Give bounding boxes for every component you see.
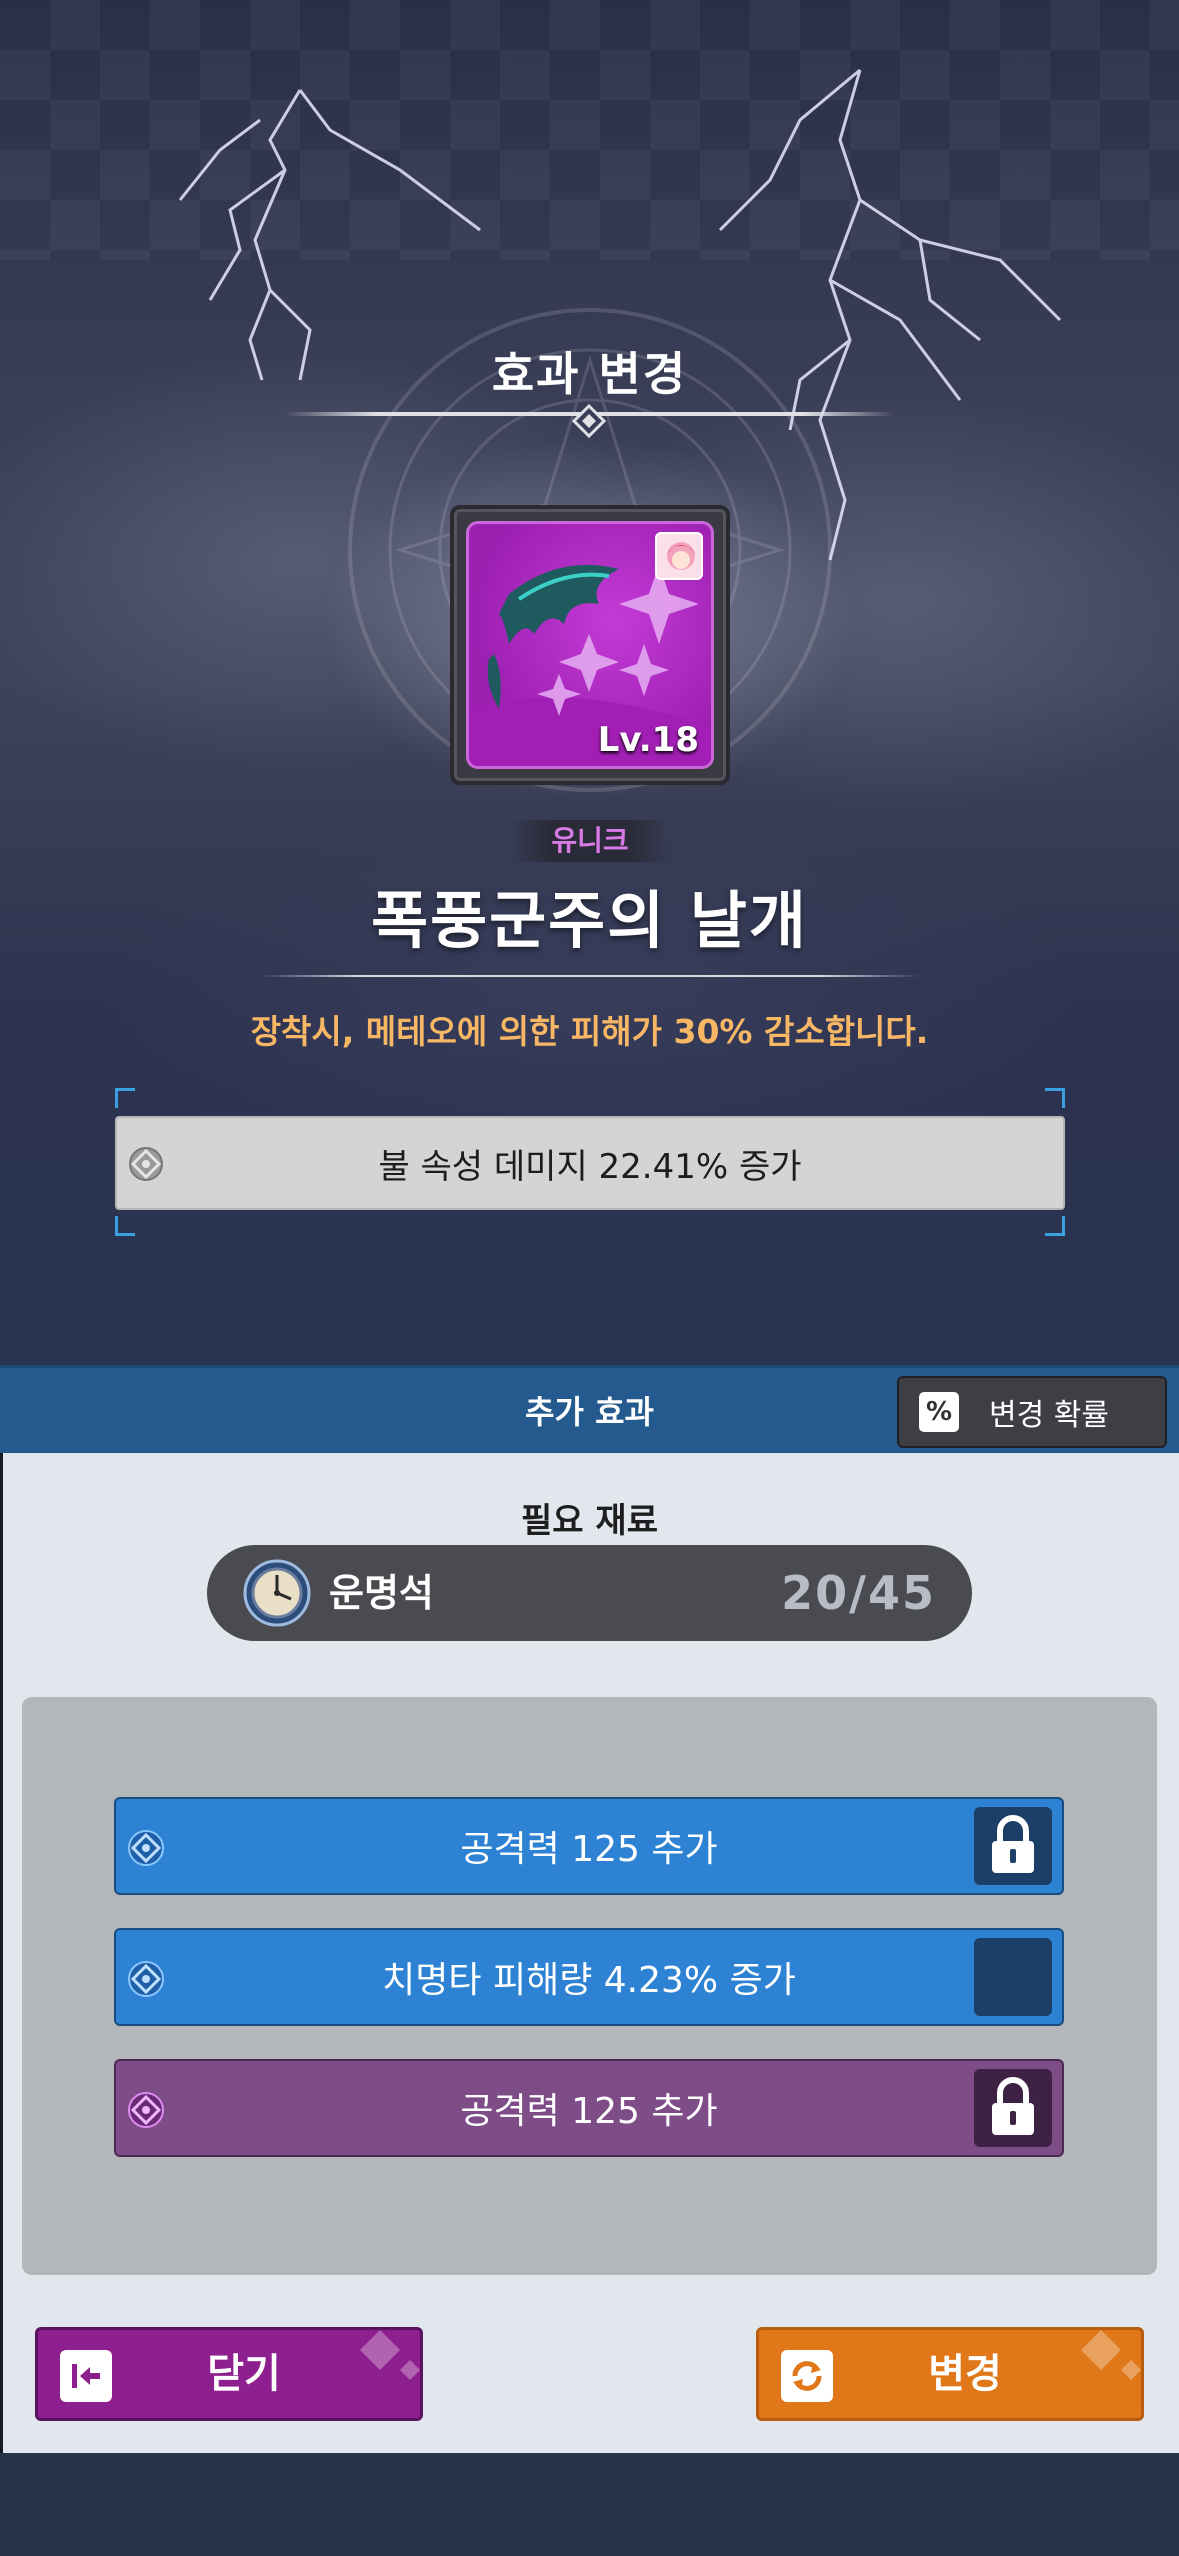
name-divider (260, 975, 920, 977)
change-button-label: 변경 (928, 2351, 1002, 2397)
item-image: Lv.18 (466, 521, 714, 769)
panel-left-edge (0, 1453, 3, 2453)
character-avatar (655, 532, 703, 580)
option-gear-icon (129, 1147, 163, 1181)
materials-label: 필요 재료 (521, 1501, 658, 1541)
corner-bracket (115, 1216, 135, 1236)
main-effect-container: 불 속성 데미지 22.41% 증가 (115, 1088, 1065, 1236)
material-bar: 운명석 20/45 (207, 1545, 972, 1641)
tab-bar: 추가 효과 % 변경 확률 (0, 1365, 1179, 1453)
material-count: 20/45 (781, 1566, 936, 1620)
footer-bar (0, 2453, 1179, 2556)
option-row-1[interactable]: 공격력 125 추가 (114, 1797, 1064, 1895)
lock-icon (992, 1815, 1034, 1873)
option-text: 공격력 125 추가 (460, 2091, 718, 2132)
close-button[interactable]: 닫기 (35, 2327, 423, 2421)
lock-toggle[interactable] (974, 2069, 1052, 2147)
item-level: Lv.18 (597, 720, 699, 760)
material-name: 운명석 (329, 1571, 434, 1615)
lock-toggle[interactable] (974, 1938, 1052, 2016)
close-button-label: 닫기 (207, 2351, 281, 2397)
corner-bracket (1045, 1216, 1065, 1236)
rarity-badge: 유니크 (510, 820, 670, 862)
lock-icon (992, 2077, 1034, 2135)
option-gear-icon (128, 2092, 164, 2128)
options-panel: 필요 재료 운명석 20/45 공격력 125 추가 치명타 피해량 4.23%… (0, 1453, 1179, 2453)
compass-stone-icon (243, 1559, 311, 1627)
item-description: 장착시, 메테오에 의한 피해가 30% 감소합니다. (250, 1012, 929, 1051)
main-effect-text: 불 속성 데미지 22.41% 증가 (378, 1146, 802, 1187)
change-probability-label: 변경 확률 (989, 1398, 1109, 1433)
main-effect-row: 불 속성 데미지 22.41% 증가 (115, 1116, 1065, 1210)
item-name: 폭풍군주의 날개 (371, 884, 808, 957)
option-text: 공격력 125 추가 (460, 1829, 718, 1870)
change-button[interactable]: 변경 (756, 2327, 1144, 2421)
option-gear-icon (128, 1830, 164, 1866)
option-row-2[interactable]: 치명타 피해량 4.23% 증가 (114, 1928, 1064, 2026)
option-gear-icon (128, 1961, 164, 1997)
page-title: 효과 변경 (491, 347, 688, 401)
percent-icon: % (919, 1392, 959, 1432)
change-probability-button[interactable]: % 변경 확률 (897, 1376, 1167, 1448)
item-frame[interactable]: Lv.18 (450, 505, 730, 785)
diamond-ornament-icon (572, 404, 606, 438)
corner-bracket (115, 1088, 135, 1108)
option-row-3[interactable]: 공격력 125 추가 (114, 2059, 1064, 2157)
additional-options-list: 공격력 125 추가 치명타 피해량 4.23% 증가 공격력 125 추가 (22, 1697, 1157, 2275)
option-text: 치명타 피해량 4.23% 증가 (382, 1960, 796, 2001)
corner-bracket (1045, 1088, 1065, 1108)
lock-toggle[interactable] (974, 1807, 1052, 1885)
